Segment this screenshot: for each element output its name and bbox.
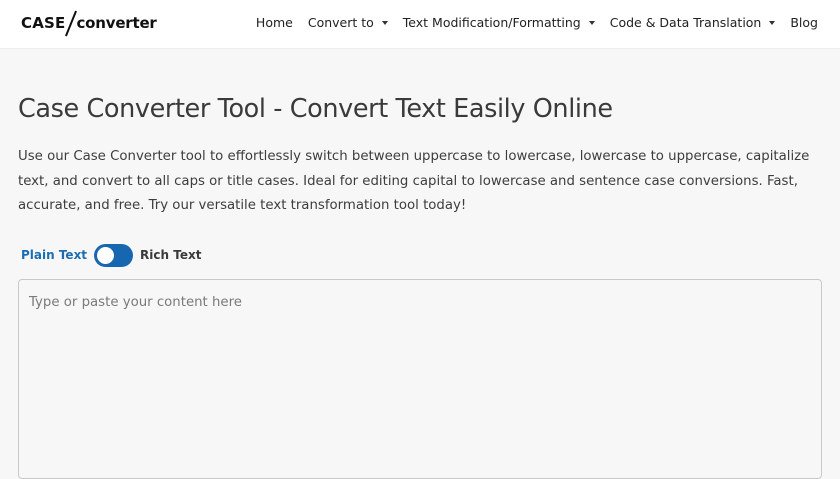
content-input[interactable] [18,279,822,479]
nav-blog-label: Blog [790,14,818,30]
nav-text-modification[interactable]: Text Modification/Formatting [403,15,595,30]
mode-toggle[interactable] [94,243,134,267]
plain-text-label[interactable]: Plain Text [21,248,87,262]
nav-code-data-translation-label: Code & Data Translation [609,14,762,30]
nav-text-modification-label: Text Modification/Formatting [402,14,581,30]
caret-down-icon [588,20,595,25]
main-nav: Home Convert to Text Modification/Format… [256,0,818,44]
nav-blog[interactable]: Blog [790,15,818,30]
site-header: CASE converter Home Convert to Text Modi… [0,0,840,48]
nav-home[interactable]: Home [256,15,293,30]
nav-code-data-translation[interactable]: Code & Data Translation [610,15,776,30]
page-description: Use our Case Converter tool to effortles… [18,149,810,213]
logo-text-case: CASE [21,14,66,32]
nav-convert-to-label: Convert to [307,14,374,30]
logo-text-converter: converter [76,14,157,32]
page-title: Case Converter Tool - Convert Text Easil… [18,94,613,124]
rich-text-label[interactable]: Rich Text [140,248,201,262]
caret-down-icon [381,20,388,25]
nav-convert-to[interactable]: Convert to [308,15,388,30]
nav-home-label: Home [255,14,293,30]
caret-down-icon [769,20,776,25]
site-logo[interactable]: CASE converter [21,9,157,37]
text-mode-switch: Plain Text Rich Text [21,243,201,267]
toggle-knob [97,246,115,264]
